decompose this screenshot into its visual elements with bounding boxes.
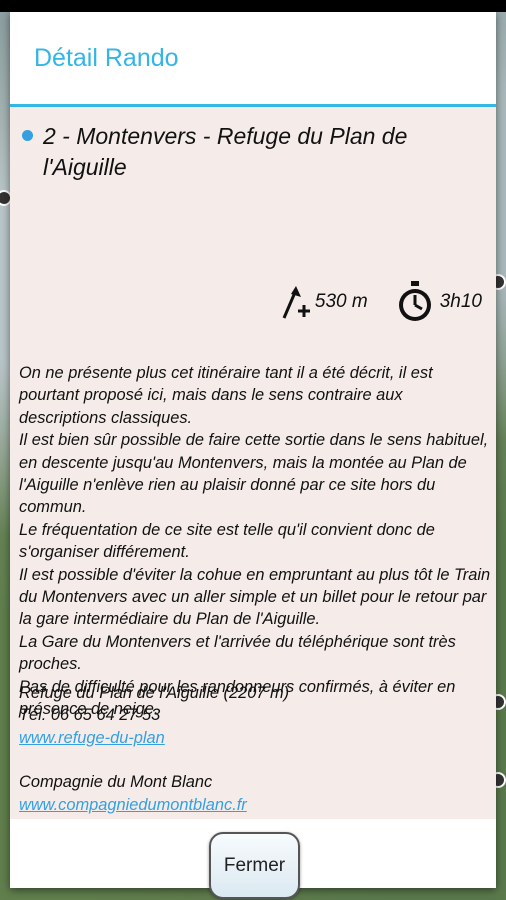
bullet-dot-icon — [22, 130, 33, 141]
dialog-title: Détail Rando — [34, 44, 179, 72]
route-title: 2 - Montenvers - Refuge du Plan de l'Aig… — [43, 123, 408, 180]
refuge-name: Refuge du Plan de l'Aiguille (2207 m) — [19, 684, 290, 702]
route-stats: 530 m 3h10 — [281, 280, 482, 324]
route-detail-dialog: Détail Rando 2 - Montenvers - Refuge du … — [10, 12, 496, 899]
elevation-gain-icon — [281, 284, 311, 320]
company-name: Compagnie du Mont Blanc — [19, 773, 213, 791]
dialog-header: Détail Rando — [10, 12, 496, 107]
company-link[interactable]: www.compagniedumontblanc.fr — [19, 794, 247, 816]
close-button[interactable]: Fermer — [209, 832, 300, 899]
route-description: On ne présente plus cet itinéraire tant … — [19, 364, 491, 719]
refuge-phone: Tél. 06 65 64 27 53 — [19, 706, 161, 724]
elevation-value: 530 m — [314, 291, 368, 312]
dialog-body[interactable]: 2 - Montenvers - Refuge du Plan de l'Aig… — [10, 107, 496, 819]
dialog-footer: Fermer — [10, 819, 496, 899]
stopwatch-icon — [396, 280, 434, 324]
duration-value: 3h10 — [439, 291, 482, 312]
refuge-link[interactable]: www.refuge-du-plan — [19, 727, 165, 749]
status-bar — [0, 0, 506, 12]
